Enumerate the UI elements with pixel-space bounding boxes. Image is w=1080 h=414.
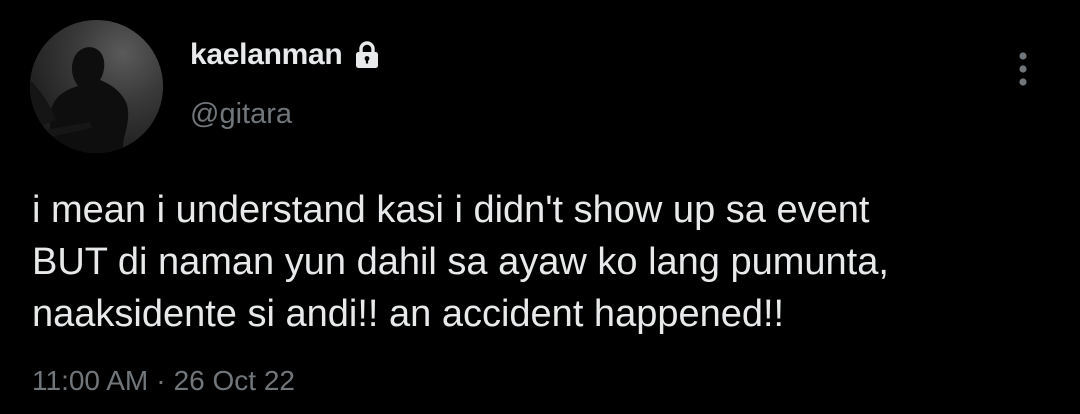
tweet-text-line: BUT di naman yun dahil sa ayaw ko lang p…	[32, 241, 889, 283]
tweet-time: 11:00 AM	[32, 365, 149, 396]
display-name-row: kaelanman	[190, 38, 382, 72]
more-vertical-icon	[1019, 52, 1027, 86]
tweet-card: kaelanman @gitara i mean i understand ka…	[0, 0, 1080, 414]
tweet-text-line: i mean i understand kasi i didn't show u…	[32, 189, 870, 231]
tweet-date: 26 Oct 22	[173, 365, 295, 396]
tweet-text-line: naaksidente si andi!! an accident happen…	[32, 293, 785, 335]
meta-separator: ·	[156, 365, 166, 396]
more-options-button[interactable]	[1004, 50, 1042, 88]
user-handle[interactable]: @gitara	[190, 98, 292, 131]
avatar[interactable]	[30, 20, 163, 153]
profile-photo	[30, 20, 163, 153]
display-name[interactable]: kaelanman	[190, 38, 343, 72]
lock-icon	[352, 40, 382, 70]
tweet-timestamp[interactable]: 11:00 AM · 26 Oct 22	[32, 365, 295, 397]
tweet-text: i mean i understand kasi i didn't show u…	[32, 184, 1042, 340]
